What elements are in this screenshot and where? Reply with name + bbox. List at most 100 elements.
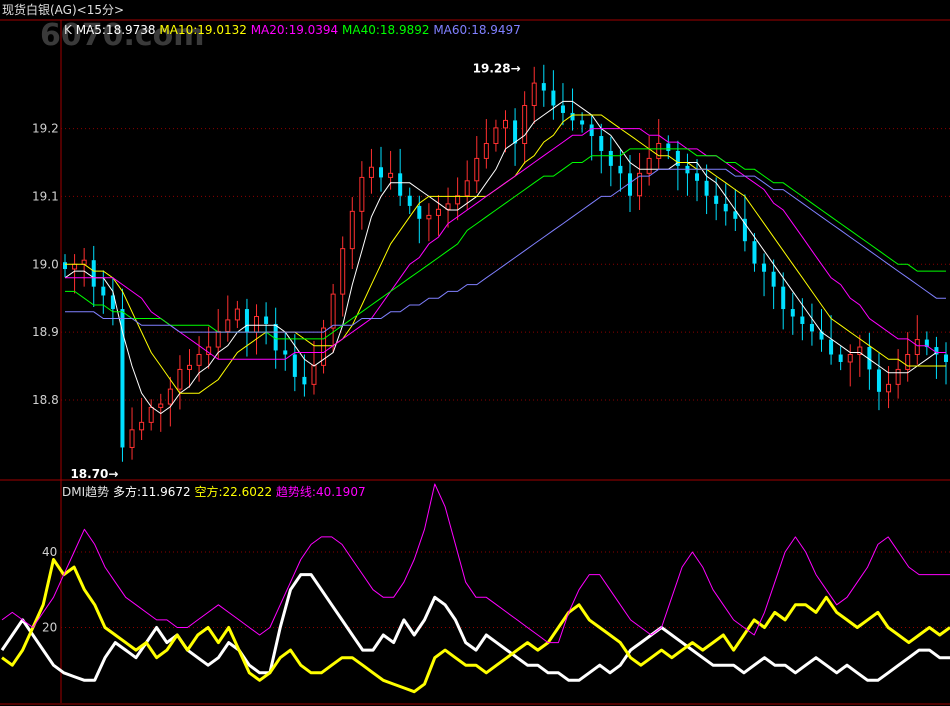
candle-body <box>847 354 853 363</box>
candle <box>254 304 260 355</box>
candle-body <box>589 124 594 137</box>
candle <box>924 331 929 356</box>
candle-body <box>483 142 489 159</box>
candle-body <box>435 208 441 216</box>
candle-body <box>646 157 652 174</box>
price-legend-item: MA5:18.9738 <box>76 23 160 37</box>
price-tick-label: 19.0 <box>32 257 59 271</box>
candle-body <box>905 354 911 370</box>
candle-body <box>167 388 173 405</box>
candle <box>675 140 680 191</box>
candle <box>531 66 537 124</box>
candle <box>762 253 767 297</box>
candle-body <box>464 180 470 197</box>
candle <box>234 300 240 329</box>
candle-body <box>234 308 240 321</box>
candle <box>81 247 87 287</box>
candle-body <box>398 173 403 196</box>
dmi-bear-line <box>1 558 950 694</box>
candle-body <box>264 316 269 324</box>
candle-body <box>63 262 67 270</box>
candle-body <box>914 339 920 356</box>
candle-body <box>311 364 317 385</box>
candle-body <box>895 368 901 385</box>
candle-body <box>809 323 814 332</box>
candle-body <box>513 120 518 144</box>
candle <box>359 161 365 230</box>
price-tick-label: 18.8 <box>32 393 59 407</box>
candle-body <box>695 173 700 181</box>
candle-body <box>522 104 528 144</box>
candle <box>695 159 700 202</box>
candle <box>685 153 690 196</box>
candle-body <box>752 241 757 264</box>
candle-body <box>781 286 786 310</box>
candle <box>781 272 786 330</box>
candle-body <box>829 339 834 355</box>
candle-body <box>368 166 374 178</box>
candle-body <box>283 350 288 355</box>
candle-body <box>330 293 336 329</box>
candle <box>340 236 346 317</box>
candle <box>551 70 556 120</box>
candle <box>129 407 135 460</box>
candle <box>560 83 565 126</box>
candle <box>379 146 384 192</box>
candle-body <box>215 330 221 348</box>
candle <box>656 119 662 169</box>
candle-body <box>455 195 461 205</box>
chart-title: 现货白银(AG)<15分> <box>2 2 124 17</box>
candle <box>944 342 948 385</box>
dmi-legend-item: 空方:22.6022 <box>194 484 275 499</box>
candle-body <box>417 205 422 219</box>
candle <box>589 114 594 161</box>
price-annotations: 19.28→ 18.70→ <box>70 61 520 481</box>
candle <box>139 397 145 441</box>
ma60-line <box>65 168 946 333</box>
candle-body <box>72 263 78 270</box>
dmi-legend-item: 多方:11.9672 <box>113 484 194 499</box>
price-legend-item: MA40:18.9892 <box>342 23 433 37</box>
candle <box>311 340 317 395</box>
candle <box>445 187 451 228</box>
candle <box>790 292 795 335</box>
candle-body <box>618 165 623 174</box>
candle <box>330 283 336 353</box>
candle-body <box>388 172 394 178</box>
candle-body <box>254 316 260 333</box>
dmi-tick-label: 40 <box>42 545 57 559</box>
candle <box>934 336 939 379</box>
candle-body <box>474 157 480 182</box>
candle-body <box>876 369 881 392</box>
candle-body <box>244 309 249 333</box>
candle <box>292 334 297 392</box>
candle-body <box>570 112 575 121</box>
candle <box>455 177 461 221</box>
candle <box>513 108 518 166</box>
candle <box>101 270 106 314</box>
price-legend-item: MA20:19.0394 <box>251 23 342 37</box>
candle-body <box>196 354 202 366</box>
candle-body <box>762 263 767 272</box>
candle-body <box>560 105 565 113</box>
candle-body <box>627 173 632 196</box>
price-tick-label: 18.9 <box>32 325 59 339</box>
candle <box>599 123 604 174</box>
y-axis-ticks: 19.2 19.1 19.0 18.9 18.8 40 20 <box>32 122 59 635</box>
dmi-trend-line <box>1 483 950 644</box>
candle-body <box>944 354 948 362</box>
candle <box>186 349 192 388</box>
dmi-indicator-lines <box>0 483 950 694</box>
candle <box>321 319 327 374</box>
candle-body <box>186 364 192 370</box>
candle <box>895 349 901 399</box>
candle-body <box>407 195 412 206</box>
candle <box>503 110 508 153</box>
candle-body <box>838 354 843 362</box>
candle <box>704 164 709 215</box>
dmi-tick-label: 20 <box>42 620 57 634</box>
price-legend-item: MA60:18.9497 <box>433 23 521 37</box>
candle-body <box>148 406 154 423</box>
candle <box>876 353 881 411</box>
candle-body <box>139 421 145 431</box>
